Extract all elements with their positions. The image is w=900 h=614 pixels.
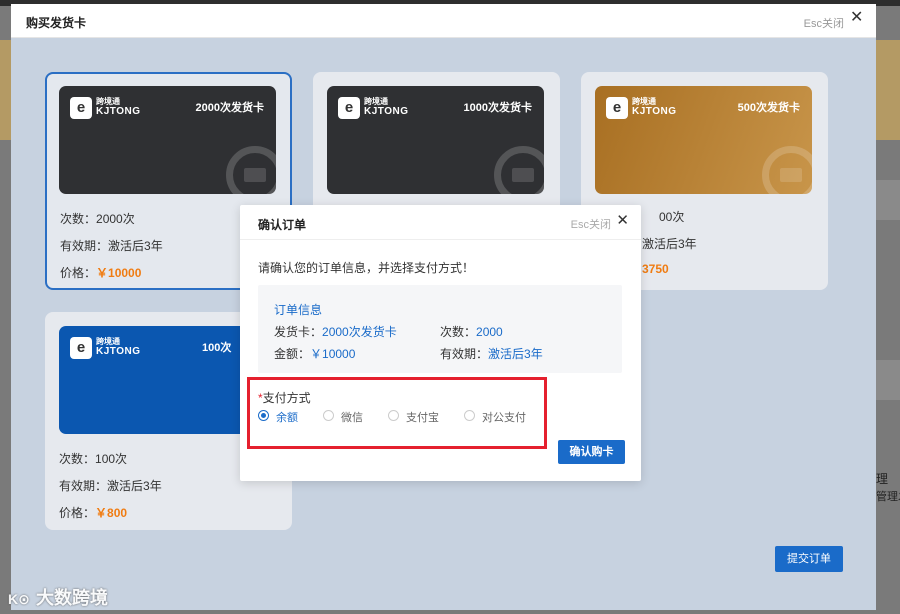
radio-label: 支付宝	[406, 412, 439, 424]
dialog-title: 确认订单	[258, 218, 307, 232]
radio-icon	[464, 410, 475, 421]
order-validity: 有效期：激活后3年	[440, 347, 543, 361]
order-info-box: 订单信息 发货卡：2000次发货卡 次数：2000 金额：￥10000 有效期：…	[258, 285, 622, 373]
kjtong-logo-icon: e	[70, 97, 92, 119]
radio-label: 微信	[341, 412, 363, 424]
card-name: 100次	[202, 342, 232, 354]
background-stripe	[876, 360, 900, 400]
card-price: 3750	[642, 262, 669, 276]
card-image: e 跨境通 KJTONG 500次发货卡	[595, 86, 812, 194]
order-info-title: 订单信息	[274, 303, 323, 317]
card-brand-en: KJTONG	[364, 106, 409, 117]
modal-header: 购买发货卡 Esc关闭 ✕	[11, 4, 876, 38]
kjtong-logo-icon: e	[338, 97, 360, 119]
card-brand-en: KJTONG	[632, 106, 677, 117]
submit-order-button[interactable]: 提交订单	[775, 546, 843, 572]
close-icon[interactable]: ✕	[850, 10, 864, 26]
modal-esc-hint: Esc关闭	[803, 18, 844, 30]
order-count: 次数：2000	[440, 325, 503, 339]
radio-label: 对公支付	[482, 412, 526, 424]
payment-method-label: *支付方式	[258, 391, 311, 405]
ship-emblem-inner	[244, 168, 266, 182]
watermark: K⊙ 大数跨境	[8, 584, 108, 610]
card-count: 次数：2000次	[60, 212, 135, 226]
radio-checked-icon	[258, 410, 269, 421]
card-count: 00次	[659, 210, 685, 224]
card-image: e 跨境通 KJTONG 2000次发货卡	[59, 86, 276, 194]
order-amount: 金额：￥10000	[274, 347, 356, 361]
ship-emblem-inner	[780, 168, 802, 182]
watermark-logo-icon: K⊙	[8, 591, 30, 607]
card-validity: 有效期：激活后3年	[59, 479, 162, 493]
kjtong-logo-icon: e	[70, 337, 92, 359]
radio-label: 余额	[276, 412, 298, 424]
dialog-esc-hint: Esc关闭	[570, 219, 611, 231]
order-card: 发货卡：2000次发货卡	[274, 325, 397, 339]
background-right-text: 理 管理发	[876, 472, 900, 503]
dialog-header: 确认订单 Esc关闭 ✕	[240, 205, 641, 240]
card-name: 1000次发货卡	[463, 102, 532, 114]
radio-icon	[323, 410, 334, 421]
card-brand-en: KJTONG	[96, 106, 141, 117]
card-name: 500次发货卡	[737, 102, 800, 114]
card-price: 价格：￥800	[59, 506, 128, 520]
modal-title: 购买发货卡	[26, 16, 87, 30]
card-brand-en: KJTONG	[96, 346, 141, 357]
confirm-order-dialog: 确认订单 Esc关闭 ✕ 请确认您的订单信息，并选择支付方式！ 订单信息 发货卡…	[240, 205, 641, 481]
card-name: 2000次发货卡	[195, 102, 264, 114]
ship-emblem-inner	[512, 168, 534, 182]
radio-icon	[388, 410, 399, 421]
watermark-text: 大数跨境	[36, 588, 108, 608]
confirm-purchase-button[interactable]: 确认购卡	[558, 440, 625, 464]
card-count: 次数：100次	[59, 452, 128, 466]
card-price: 价格：￥10000	[60, 266, 142, 280]
background-stripe	[876, 180, 900, 220]
dialog-prompt: 请确认您的订单信息，并选择支付方式！	[258, 261, 475, 275]
card-validity: 激活后3年	[642, 237, 697, 251]
kjtong-logo-icon: e	[606, 97, 628, 119]
card-validity: 有效期：激活后3年	[60, 239, 163, 253]
close-icon[interactable]: ✕	[616, 213, 629, 228]
background-band-right	[876, 40, 900, 140]
card-image: e 跨境通 KJTONG 1000次发货卡	[327, 86, 544, 194]
